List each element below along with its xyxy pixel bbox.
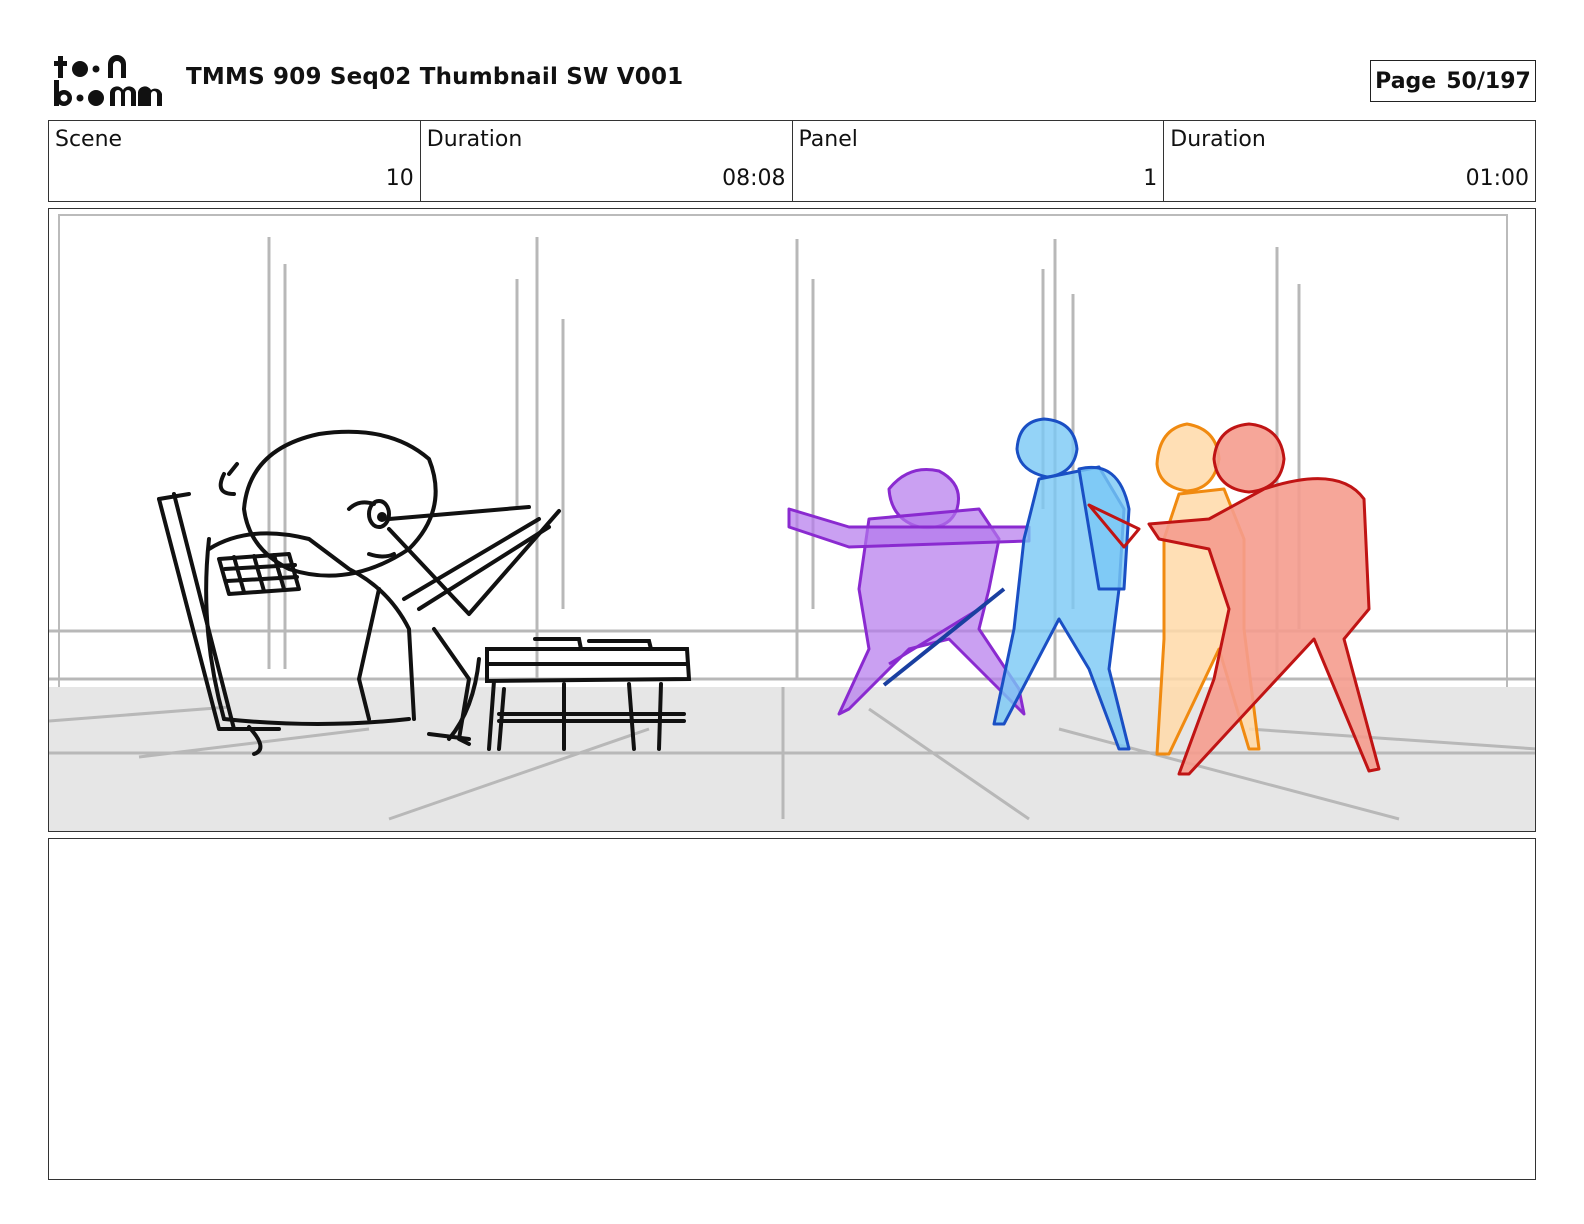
panel-duration-value: 01:00 bbox=[1465, 166, 1529, 191]
floor bbox=[49, 687, 1535, 831]
toonboom-logo bbox=[54, 55, 162, 106]
scene-value: 10 bbox=[385, 166, 414, 191]
page-number: 50/197 bbox=[1446, 68, 1531, 94]
panel-value: 1 bbox=[1143, 166, 1158, 191]
page-label: Page bbox=[1375, 68, 1437, 94]
panel-notes-area bbox=[48, 838, 1536, 1180]
panel-label: Panel bbox=[798, 127, 858, 152]
document-title: TMMS 909 Seq02 Thumbnail SW V001 bbox=[186, 64, 684, 90]
scene-label: Scene bbox=[55, 127, 123, 152]
purple-character bbox=[787, 468, 1031, 716]
scene-cell: Scene 10 bbox=[49, 121, 421, 201]
page-indicator: Page 50/197 bbox=[1370, 60, 1536, 102]
scene-duration-value: 08:08 bbox=[722, 166, 786, 191]
storyboard-panel bbox=[48, 208, 1536, 832]
scene-duration-cell: Duration 08:08 bbox=[421, 121, 793, 201]
panel-duration-label: Duration bbox=[1170, 127, 1266, 152]
panel-duration-cell: Duration 01:00 bbox=[1164, 121, 1535, 201]
scene-duration-label: Duration bbox=[426, 127, 523, 152]
storyboard-sketch bbox=[49, 214, 1535, 831]
panel-cell: Panel 1 bbox=[793, 121, 1165, 201]
scene-info-row: Scene 10 Duration 08:08 Panel 1 Duration… bbox=[48, 120, 1536, 202]
